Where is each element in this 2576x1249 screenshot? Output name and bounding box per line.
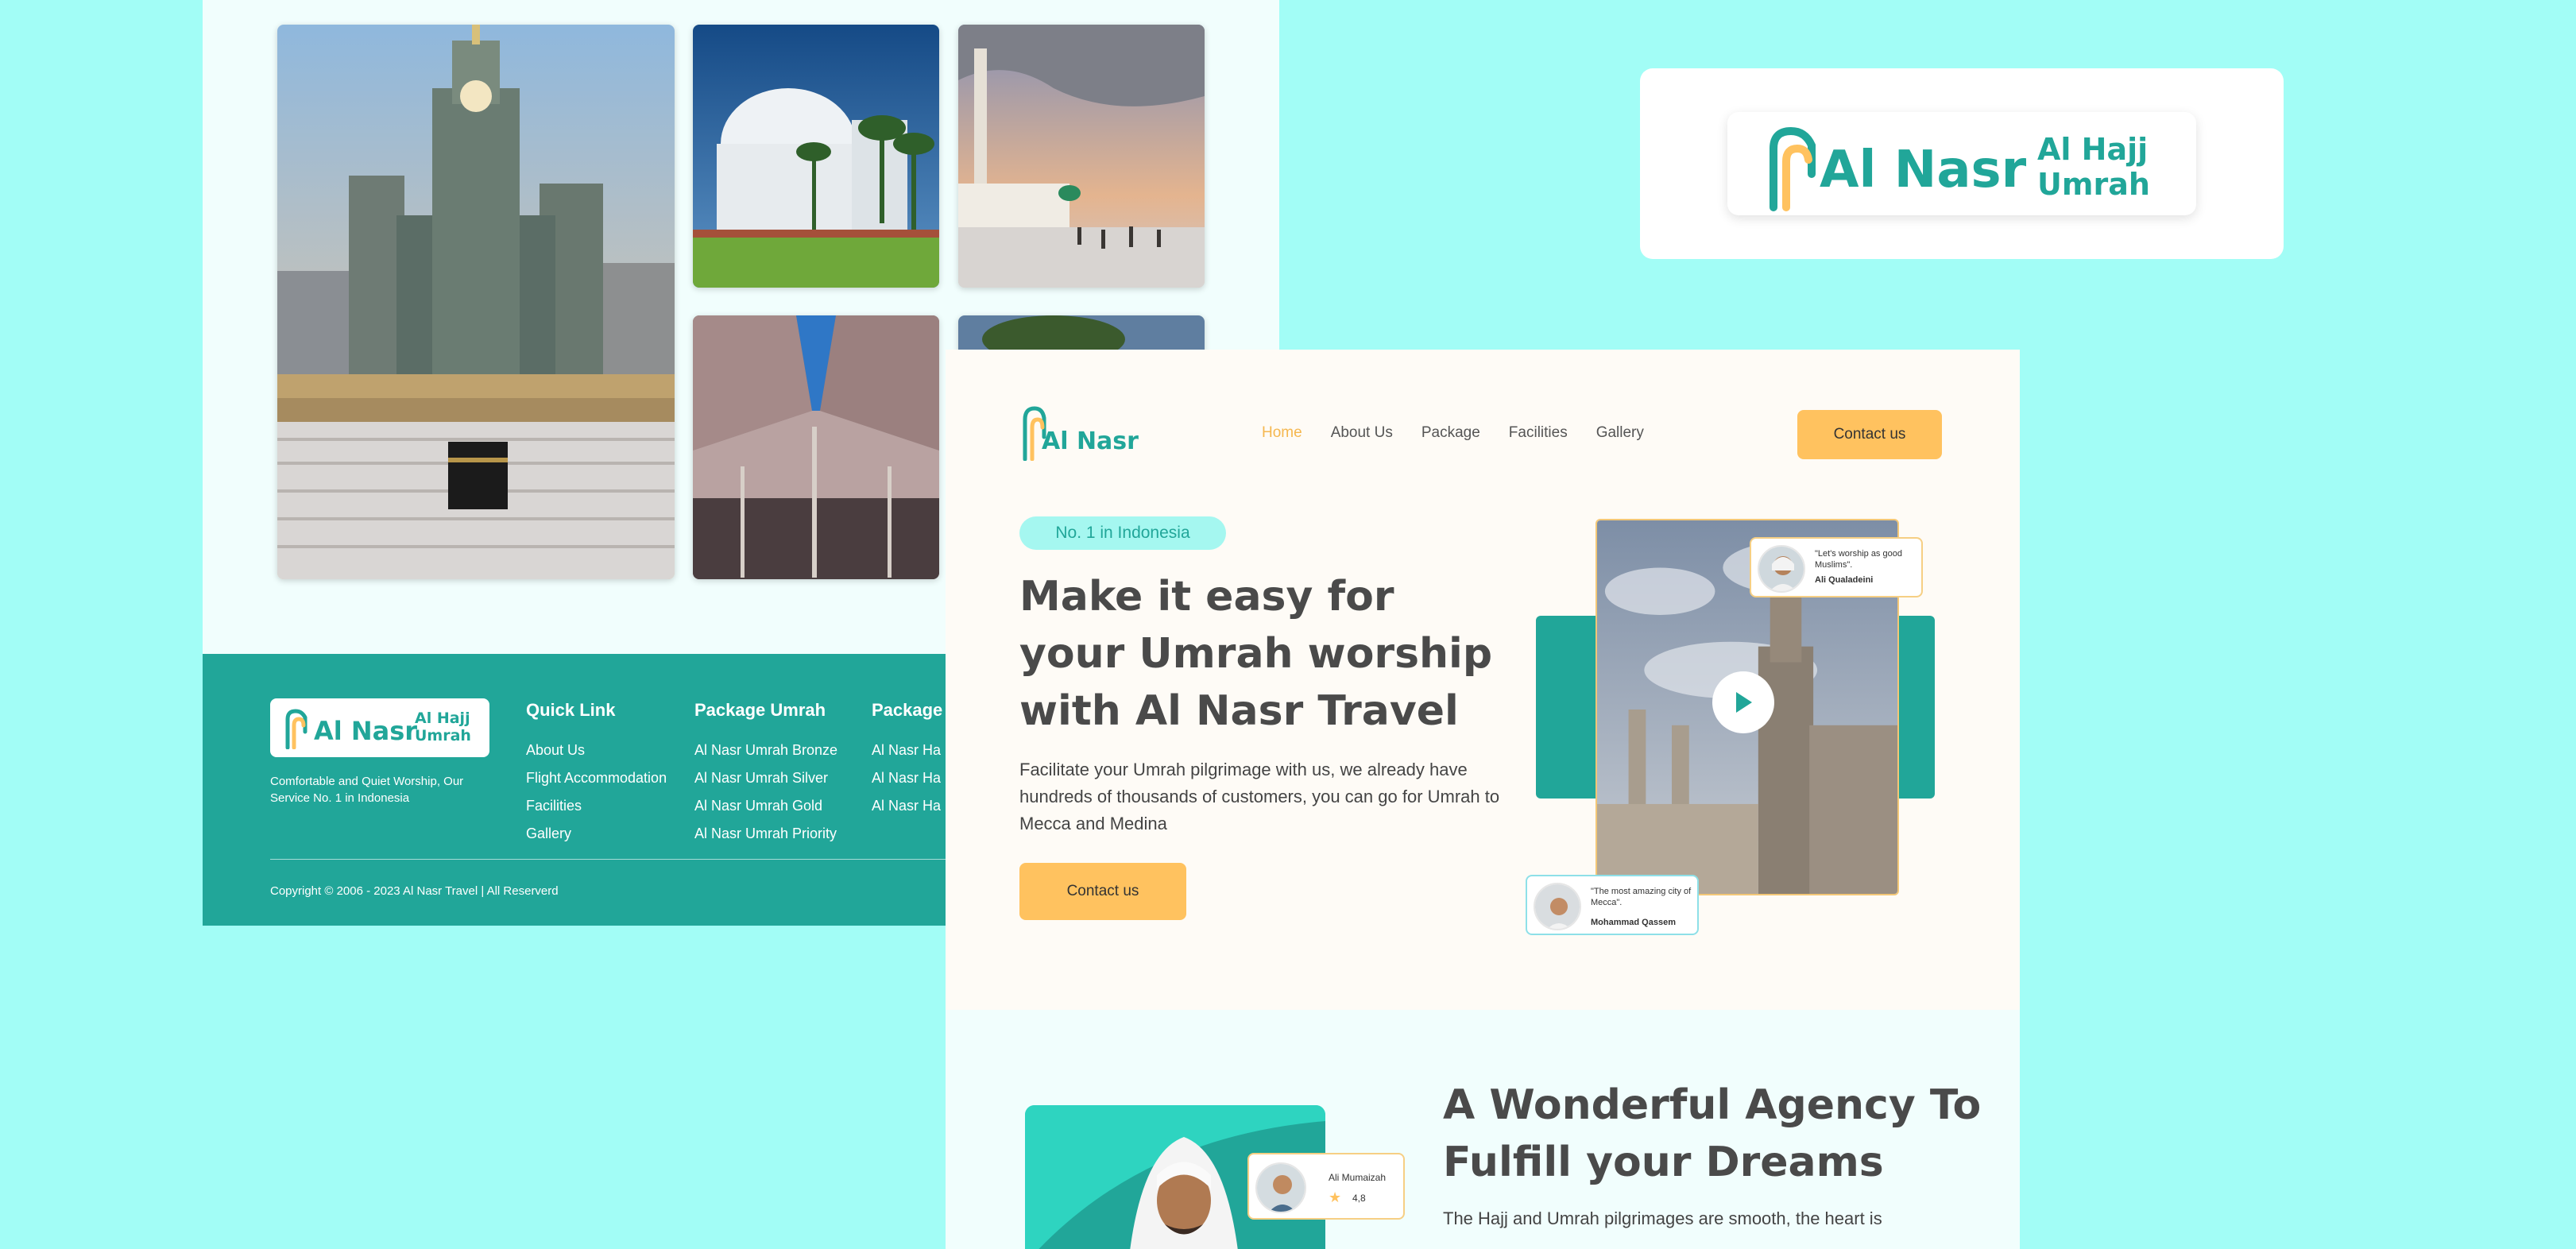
site-footer: Al Nasr Al Hajj Umrah Comfortable and Qu… <box>203 654 961 926</box>
footer-col-title: Quick Link <box>526 700 616 720</box>
about-description: The Hajj and Umrah pilgrimages are smoot… <box>1443 1208 1882 1228</box>
testimonial-name: Mohammad Qassem <box>1591 918 1676 927</box>
footer-brand-name: Al Nasr <box>314 716 418 746</box>
footer-link[interactable]: Facilities <box>526 792 667 820</box>
logo-brand-sub-line1: Al Hajj <box>2037 132 2149 167</box>
footer-link[interactable]: Al Nasr Ha <box>872 792 942 820</box>
footer-divider <box>270 859 961 860</box>
nav-link-about-us[interactable]: About Us <box>1331 424 1393 442</box>
footer-link[interactable]: Gallery <box>526 820 667 848</box>
logo-showcase: Al Nasr Al Hajj Umrah <box>1727 112 2196 215</box>
testimonial-name: Ali Qualadeini <box>1815 575 1874 585</box>
testimonial-card: "Let's worship as good Muslims". Ali Qua… <box>1750 537 1923 597</box>
clock-tower-kaaba-photo[interactable] <box>277 25 675 579</box>
white-mosque-photo[interactable] <box>693 25 939 288</box>
footer-col-title: Package Umrah <box>694 700 826 720</box>
navbar: Al Nasr Home About Us Package Facilities… <box>946 350 2020 469</box>
footer-link[interactable]: Al Nasr Umrah Gold <box>694 792 837 820</box>
hero-title: Make it easy for your Umrah worship with… <box>1019 573 1493 735</box>
footer-copyright: Copyright © 2006 - 2023 Al Nasr Travel |… <box>270 884 559 898</box>
nav-link-gallery[interactable]: Gallery <box>1596 424 1644 442</box>
play-icon <box>1736 692 1752 713</box>
avatar <box>1534 883 1581 930</box>
avatar <box>1255 1162 1306 1213</box>
footer-link[interactable]: Al Nasr Ha <box>872 764 942 792</box>
nav-link-home[interactable]: Home <box>1262 424 1302 442</box>
footer-brand-sub-line2: Umrah <box>415 727 471 744</box>
logo-brand-name: Al Nasr <box>1820 141 2027 199</box>
hero-description: Facilitate your Umrah pilgrimage with us… <box>1019 760 1500 833</box>
footer-col-quick-link: Quick Link About Us Flight Accommodation… <box>526 700 667 848</box>
nav-logo[interactable]: Al Nasr <box>1021 405 1140 469</box>
nav-link-facilities[interactable]: Facilities <box>1509 424 1568 442</box>
rating-card: Ali Mumaizah ★ 4,8 <box>1247 1153 1405 1220</box>
about-title: A Wonderful Agency To Fulfill your Dream… <box>1443 1081 1982 1186</box>
footer-col-package: Package Al Nasr Ha Al Nasr Ha Al Nasr Ha <box>872 700 942 820</box>
brand-mark-icon <box>285 709 307 749</box>
footer-link[interactable]: Al Nasr Ha <box>872 737 942 764</box>
footer-tagline: Comfortable and Quiet Worship, Our Servi… <box>270 775 464 805</box>
rating-name: Ali Mumaizah <box>1329 1172 1387 1183</box>
footer-link[interactable]: Al Nasr Umrah Bronze <box>694 737 837 764</box>
nav-brand-name: Al Nasr <box>1042 427 1139 455</box>
testimonial-quote: "The most amazing city of Mecca". <box>1591 887 1692 907</box>
logo-showcase-card: Al Nasr Al Hajj Umrah <box>1640 68 2284 259</box>
hero-contact-button[interactable]: Contact us <box>1019 863 1186 920</box>
footer-col-package-umrah: Package Umrah Al Nasr Umrah Bronze Al Na… <box>694 700 837 848</box>
star-icon: ★ <box>1329 1189 1342 1206</box>
footer-link[interactable]: Al Nasr Umrah Silver <box>694 764 837 792</box>
hero-badge: No. 1 in Indonesia <box>1019 516 1226 550</box>
footer-link[interactable]: About Us <box>526 737 667 764</box>
footer-logo[interactable]: Al Nasr Al Hajj Umrah <box>270 698 489 757</box>
nav-link-package[interactable]: Package <box>1421 424 1480 442</box>
rating-score: 4,8 <box>1352 1193 1366 1204</box>
landing-page: Al Nasr Home About Us Package Facilities… <box>946 350 2020 1249</box>
nav-links: Home About Us Package Facilities Gallery <box>1262 424 1673 442</box>
testimonial-card: "The most amazing city of Mecca". Mohamm… <box>1526 875 1699 935</box>
logo-brand-sub-line2: Umrah <box>2037 167 2150 202</box>
nav-contact-button[interactable]: Contact us <box>1797 410 1942 459</box>
footer-col-title: Package <box>872 700 943 720</box>
play-video-button[interactable] <box>1712 671 1774 733</box>
footer-link[interactable]: Flight Accommodation <box>526 764 667 792</box>
footer-brand-sub-line1: Al Hajj <box>415 710 470 727</box>
about-section: Ali Mumaizah ★ 4,8 A Wonderful Agency To… <box>946 1010 2020 1249</box>
footer-link[interactable]: Al Nasr Umrah Priority <box>694 820 837 848</box>
testimonial-quote: "Let's worship as good Muslims". <box>1815 549 1902 570</box>
avatar <box>1758 545 1805 593</box>
umbrella-canopy-photo[interactable] <box>693 315 939 579</box>
umbrella-courtyard-sunset-photo[interactable] <box>958 25 1205 288</box>
